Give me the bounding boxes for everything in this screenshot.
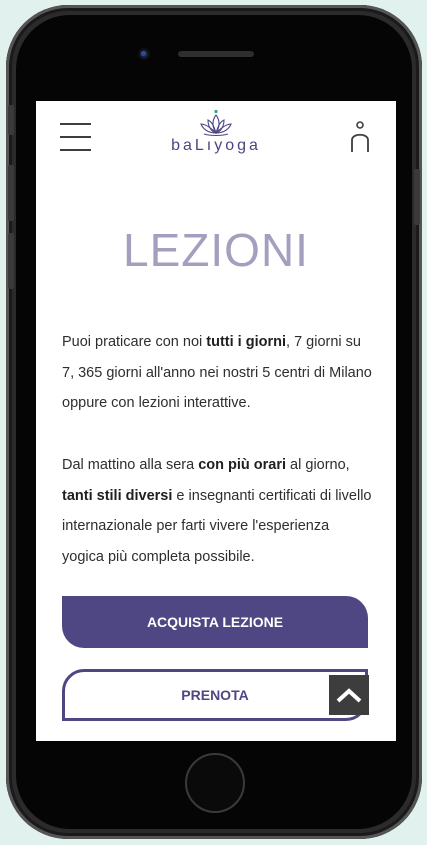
bold-text: tanti stili diversi [62, 487, 173, 504]
bold-text: con più orari [198, 457, 287, 473]
bold-text: tutti i giorni [206, 334, 287, 350]
intro-paragraph: Puoi praticare con noi tutti i giorni, 7… [62, 327, 372, 419]
lotus-icon [200, 109, 232, 137]
user-icon[interactable] [350, 121, 370, 155]
text-run: Dal mattino alla sera [62, 457, 199, 473]
screen: baLıyoga LEZIONI Puoi praticare con noi … [36, 101, 396, 741]
page-title: LEZIONI [123, 224, 309, 276]
power-button [414, 169, 420, 225]
text-run: al giorno, [286, 457, 350, 473]
volume-down-button [8, 233, 14, 289]
scroll-to-top-button[interactable] [329, 675, 369, 715]
earpiece-speaker [178, 51, 254, 57]
home-button [185, 753, 245, 813]
details-paragraph: Dal mattino alla sera con più orari al g… [62, 450, 372, 572]
volume-up-button [8, 165, 14, 221]
book-button[interactable]: PRENOTA [62, 669, 368, 721]
hamburger-line [60, 123, 91, 125]
hamburger-line [60, 136, 91, 138]
front-camera [138, 48, 150, 60]
logo[interactable]: baLıyoga [166, 109, 266, 159]
chevron-up-icon [336, 688, 362, 703]
logo-text: baLıyoga [171, 137, 261, 154]
silent-switch [8, 105, 14, 135]
text-run: Puoi praticare con noi [62, 334, 207, 350]
hamburger-line [60, 149, 91, 151]
hamburger-icon[interactable] [60, 123, 92, 153]
buy-lesson-button[interactable]: ACQUISTA LEZIONE [62, 596, 368, 648]
